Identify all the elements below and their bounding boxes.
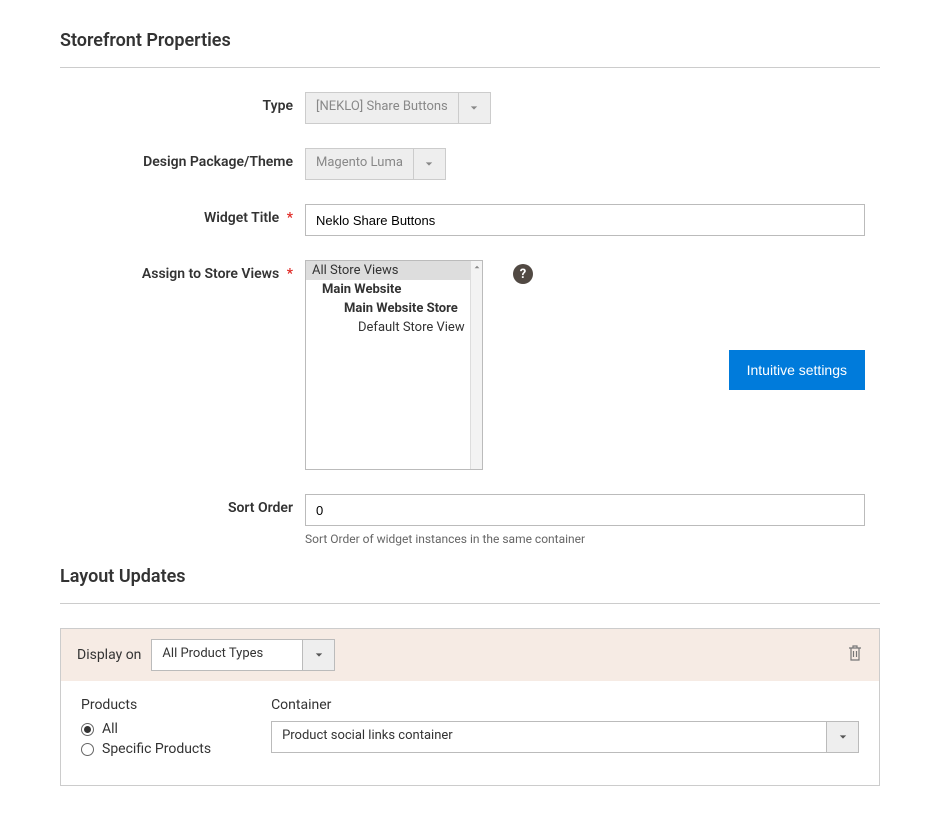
divider (60, 603, 880, 604)
row-widget-title: Widget Title * (60, 204, 880, 236)
label-widget-title-text: Widget Title (204, 210, 279, 226)
store-view-option[interactable]: Default Store View (306, 318, 482, 337)
label-type: Type (60, 92, 305, 114)
label-products: Products (81, 697, 211, 713)
row-store-views: Assign to Store Views * All Store Views … (60, 260, 880, 470)
layout-update-box: Display on All Product Types Products Al… (60, 628, 880, 786)
store-view-option[interactable]: Main Website Store (306, 299, 482, 318)
theme-select: Magento Luma (305, 148, 446, 180)
radio-label: All (102, 721, 118, 737)
row-type: Type [NEKLO] Share Buttons (60, 92, 880, 124)
products-column: Products All Specific Products (81, 697, 211, 761)
theme-select-value: Magento Luma (306, 149, 413, 179)
label-sort-order: Sort Order (60, 494, 305, 516)
store-views-multiselect[interactable]: All Store Views Main Website Main Websit… (305, 260, 483, 470)
label-store-views-text: Assign to Store Views (142, 266, 279, 282)
container-select-value: Product social links container (272, 722, 826, 752)
row-sort-order: Sort Order Sort Order of widget instance… (60, 494, 880, 546)
store-view-option[interactable]: Main Website (306, 280, 482, 299)
required-mark: * (287, 266, 293, 282)
sort-order-input[interactable] (305, 494, 865, 526)
type-select-value: [NEKLO] Share Buttons (306, 93, 458, 123)
label-theme: Design Package/Theme (60, 148, 305, 170)
label-container: Container (271, 697, 859, 713)
store-view-option[interactable]: All Store Views (306, 261, 482, 280)
container-select[interactable]: Product social links container (271, 721, 859, 753)
intuitive-settings-button[interactable]: Intuitive settings (729, 350, 865, 390)
divider (60, 67, 880, 68)
required-mark: * (287, 210, 293, 226)
row-theme: Design Package/Theme Magento Luma (60, 148, 880, 180)
layout-head: Display on All Product Types (61, 629, 879, 681)
trash-icon[interactable] (847, 644, 863, 666)
container-column: Container Product social links container (271, 697, 859, 761)
layout-body: Products All Specific Products Container… (61, 681, 879, 785)
scrollbar[interactable] (470, 261, 482, 469)
type-select: [NEKLO] Share Buttons (305, 92, 491, 124)
section-title-layout: Layout Updates (60, 566, 880, 595)
label-display-on: Display on (77, 647, 141, 663)
radio-specific[interactable]: Specific Products (81, 741, 211, 757)
chevron-down-icon (458, 93, 490, 123)
section-title-storefront: Storefront Properties (60, 30, 880, 59)
chevron-down-icon (302, 640, 334, 670)
radio-label: Specific Products (102, 741, 211, 757)
sort-order-help: Sort Order of widget instances in the sa… (305, 532, 865, 546)
chevron-down-icon (826, 722, 858, 752)
chevron-down-icon (413, 149, 445, 179)
chevron-up-icon[interactable] (471, 261, 482, 273)
help-icon[interactable]: ? (513, 264, 533, 284)
widget-title-input[interactable] (305, 204, 865, 236)
label-widget-title: Widget Title * (60, 204, 305, 226)
label-store-views: Assign to Store Views * (60, 260, 305, 282)
radio-icon (81, 723, 94, 736)
radio-all[interactable]: All (81, 721, 211, 737)
display-on-value: All Product Types (152, 640, 302, 670)
radio-icon (81, 743, 94, 756)
display-on-select[interactable]: All Product Types (151, 639, 335, 671)
